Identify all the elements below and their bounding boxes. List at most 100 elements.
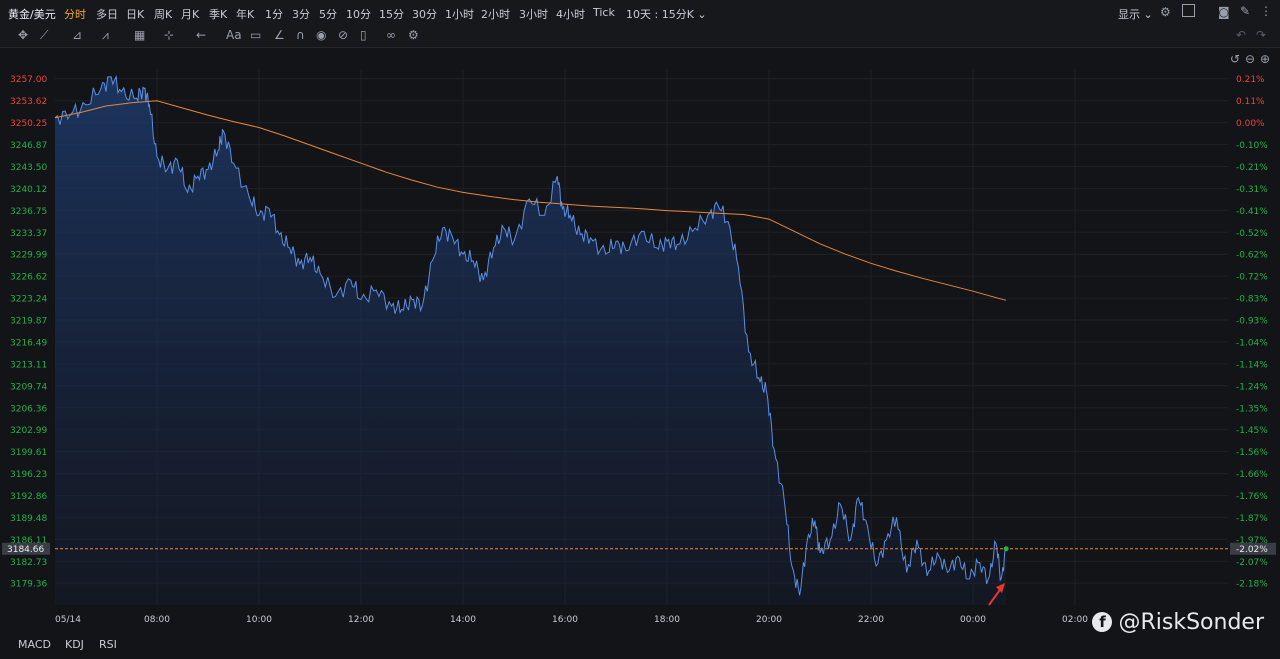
y-tick-label: 3182.73 — [10, 558, 47, 568]
pct-tick-label: -1.66% — [1236, 470, 1268, 480]
y-tick-label: 3199.61 — [10, 448, 47, 458]
wave-tool-icon[interactable]: ⩘ — [102, 28, 109, 43]
current-price-label: 3184.66 — [7, 545, 44, 555]
line-tool-icon[interactable]: ⟋ — [40, 28, 48, 43]
pct-tick-label: 0.21% — [1236, 75, 1265, 85]
period-11[interactable]: 15分 — [379, 6, 404, 22]
period-5[interactable]: 季K — [209, 6, 227, 22]
period-0[interactable]: 分时 — [64, 6, 86, 22]
comment-tool-icon[interactable]: ▭ — [250, 28, 261, 42]
pct-tick-label: -0.21% — [1236, 163, 1268, 173]
price-chart[interactable]: 3257.00 3253.62 3250.25 3246.87 3243.50 3240.… — [0, 47, 1280, 627]
period-7[interactable]: 1分 — [265, 6, 283, 22]
x-tick-label: 08:00 — [144, 615, 170, 625]
y-tick-label: 3243.50 — [10, 163, 47, 173]
gear-icon[interactable]: ⚙ — [408, 28, 419, 42]
period-3[interactable]: 周K — [154, 6, 172, 22]
current-price-dot — [1003, 546, 1009, 552]
pct-tick-label: -1.56% — [1236, 448, 1268, 458]
indicator-bar: MACD KDJ RSI — [0, 630, 1280, 659]
period-4[interactable]: 月K — [181, 6, 199, 22]
facebook-icon: f — [1092, 612, 1113, 632]
pct-tick-label: -2.07% — [1236, 558, 1268, 568]
chevron-down-icon: ⌄ — [1143, 8, 1153, 21]
y-tick-label: 3253.62 — [10, 97, 47, 107]
redo-icon[interactable]: ↷ — [1256, 28, 1266, 42]
watermark: f @RiskSonder — [1092, 610, 1264, 635]
move-icon[interactable]: ✥ — [18, 28, 28, 42]
zoom-controls: ↺ ⊖ ⊕ — [1230, 52, 1270, 66]
symbol-label[interactable]: 黄金/美元 — [8, 6, 56, 22]
reset-icon[interactable]: ↺ — [1230, 52, 1240, 66]
pct-tick-label: -1.76% — [1236, 492, 1268, 502]
pct-tick-label: -0.52% — [1236, 229, 1268, 239]
magnet-icon[interactable]: ∩ — [296, 28, 305, 42]
period-13[interactable]: 1小时 — [445, 6, 474, 22]
link-icon[interactable]: ∞ — [386, 28, 396, 42]
y-tick-label: 3209.74 — [10, 382, 47, 392]
period-14[interactable]: 2小时 — [481, 6, 510, 22]
y-tick-label: 3246.87 — [10, 141, 47, 151]
y-tick-label: 3236.75 — [10, 207, 47, 217]
y-tick-label: 3229.99 — [10, 251, 47, 261]
zoom-out-icon[interactable]: ⊖ — [1245, 52, 1255, 66]
text-tool-icon[interactable]: Aa — [226, 28, 242, 42]
arrow-tool-icon[interactable]: ← — [196, 28, 206, 42]
y-tick-label: 3216.49 — [10, 338, 47, 348]
x-tick-label: 02:00 — [1062, 615, 1088, 625]
period-12[interactable]: 30分 — [412, 6, 437, 22]
range-selector[interactable]: 10天 : 15分K ⌄ — [626, 6, 707, 22]
y-tick-label: 3189.48 — [10, 514, 47, 524]
period-bar: 黄金/美元 分时 多日 日K 周K 月K 季K 年K 1分 3分 5分 10分 15分 30分 1小时 2小… — [0, 0, 1280, 26]
checkbox-icon[interactable] — [1182, 4, 1195, 17]
period-17[interactable]: Tick — [593, 6, 615, 19]
x-tick-label: 14:00 — [450, 615, 476, 625]
y-tick-label: 3196.23 — [10, 470, 47, 480]
fib-tool-icon[interactable]: ▦ — [134, 28, 145, 42]
period-1[interactable]: 多日 — [96, 6, 118, 22]
pct-tick-label: -0.31% — [1236, 185, 1268, 195]
pct-tick-label: -0.62% — [1236, 251, 1268, 261]
y-tick-label: 3213.11 — [10, 360, 47, 370]
period-9[interactable]: 5分 — [319, 6, 337, 22]
period-8[interactable]: 3分 — [292, 6, 310, 22]
display-dropdown[interactable]: 显示 ⌄ — [1118, 6, 1153, 22]
period-10[interactable]: 10分 — [346, 6, 371, 22]
y-tick-label: 3179.36 — [10, 580, 47, 590]
y-tick-label: 3233.37 — [10, 229, 47, 239]
channel-tool-icon[interactable]: ⊿ — [72, 28, 82, 42]
more-icon[interactable]: ⋮ — [1260, 4, 1272, 18]
period-6[interactable]: 年K — [236, 6, 254, 22]
zoom-in-icon[interactable]: ⊕ — [1260, 52, 1270, 66]
pct-tick-label: -1.87% — [1236, 514, 1268, 524]
x-tick-label: 22:00 — [858, 615, 884, 625]
pencil-icon[interactable]: ✎ — [1240, 4, 1250, 18]
tab-rsi[interactable]: RSI — [99, 638, 117, 651]
measure-tool-icon[interactable]: ⊹ — [164, 28, 174, 42]
period-15[interactable]: 3小时 — [519, 6, 548, 22]
tab-kdj[interactable]: KDJ — [65, 638, 84, 651]
pct-tick-label: 0.11% — [1236, 97, 1265, 107]
settings-icon[interactable]: ⚙ — [1160, 5, 1171, 19]
current-pct-label: -2.02% — [1236, 545, 1268, 555]
pct-tick-label: -0.83% — [1236, 295, 1268, 305]
undo-icon[interactable]: ↶ — [1236, 28, 1246, 42]
range-label: 10天 : 15分K — [626, 8, 694, 21]
period-2[interactable]: 日K — [126, 6, 144, 22]
x-tick-label: 16:00 — [552, 615, 578, 625]
period-16[interactable]: 4小时 — [556, 6, 585, 22]
display-label: 显示 — [1118, 8, 1140, 21]
pct-tick-label: 0.00% — [1236, 119, 1265, 129]
pct-tick-label: -1.24% — [1236, 382, 1268, 392]
y-tick-label: 3192.86 — [10, 492, 47, 502]
trash-icon[interactable]: ▯ — [360, 28, 367, 42]
pct-tick-label: -0.93% — [1236, 316, 1268, 326]
brush-tool-icon[interactable]: ∠ — [274, 28, 285, 42]
hide-icon[interactable]: ⊘ — [338, 28, 348, 42]
pct-tick-label: -1.35% — [1236, 404, 1268, 414]
x-tick-label: 05/14 — [55, 615, 81, 625]
camera-icon[interactable]: ◙ — [1218, 5, 1230, 19]
tab-macd[interactable]: MACD — [18, 638, 51, 651]
eye-icon[interactable]: ◉ — [316, 28, 326, 42]
y-tick-label: 3219.87 — [10, 316, 47, 326]
